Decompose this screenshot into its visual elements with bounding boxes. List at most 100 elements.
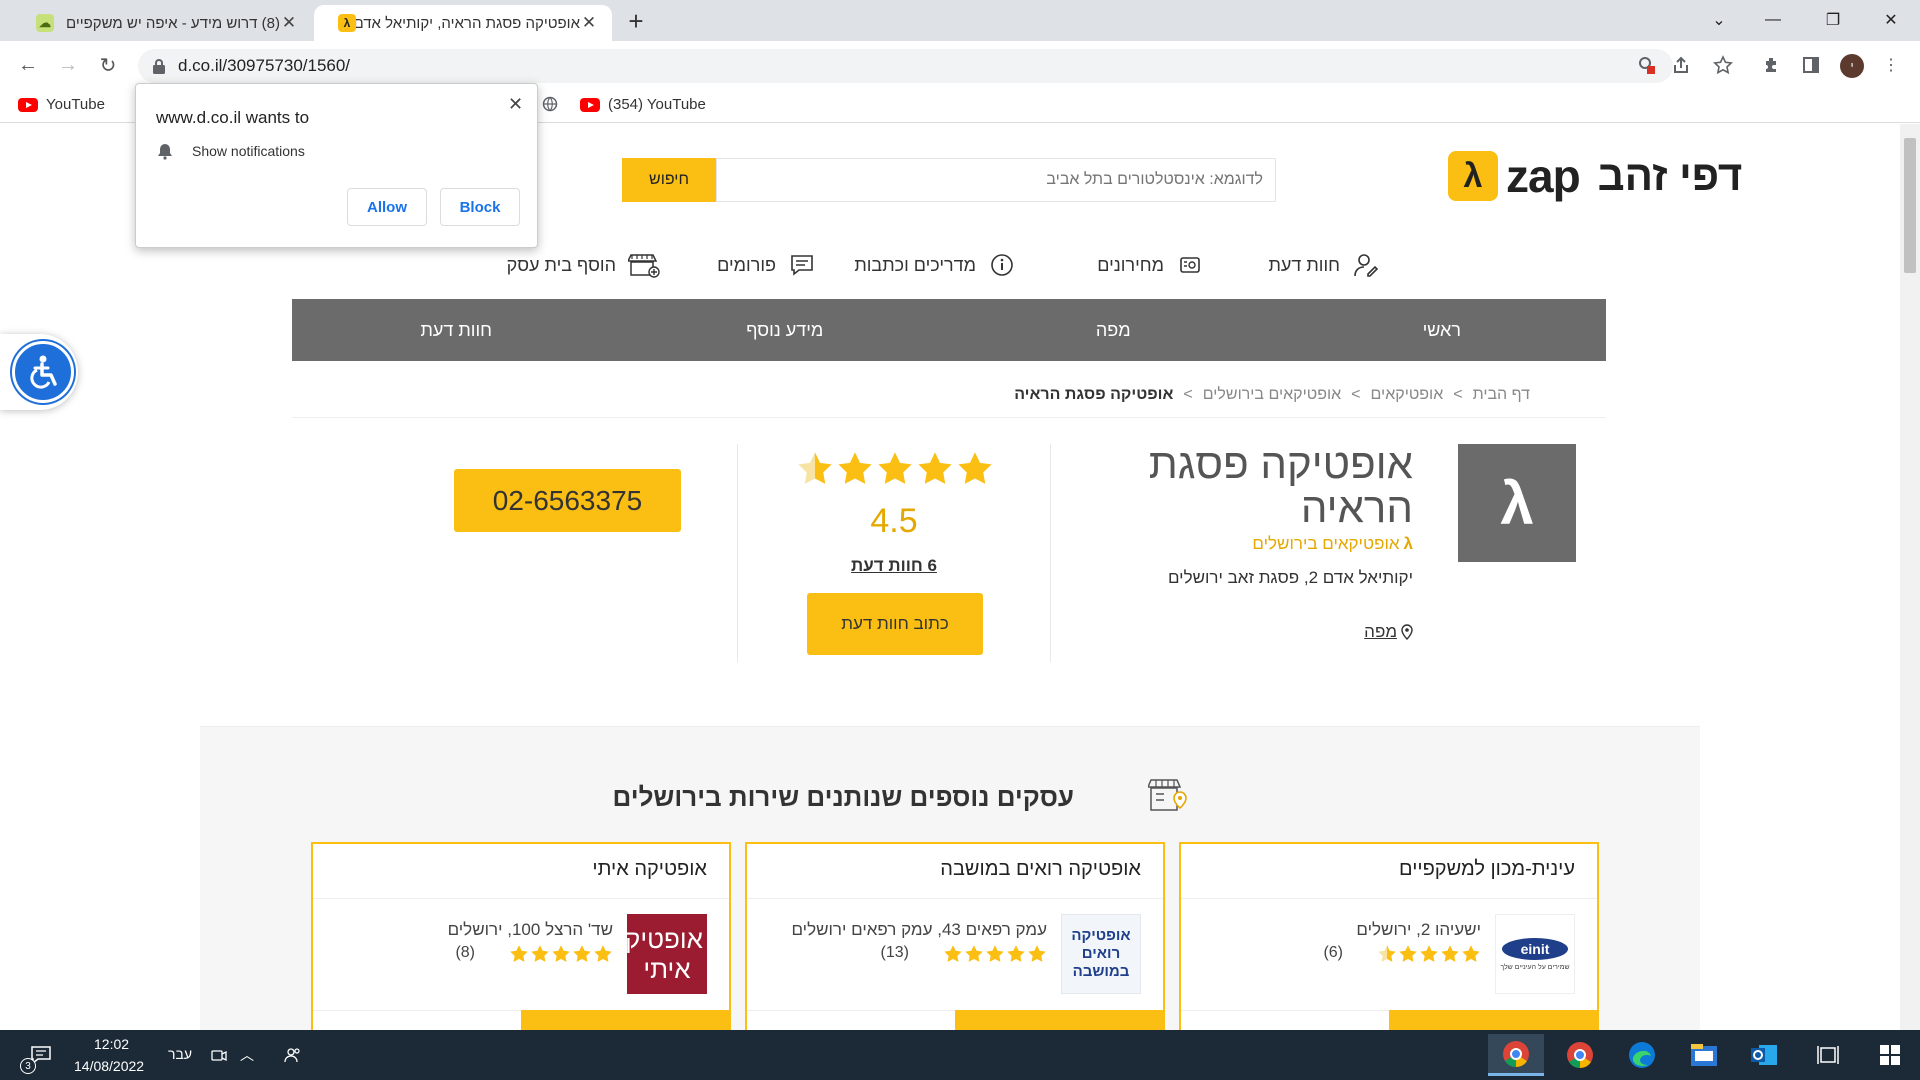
divider — [747, 898, 1163, 899]
url-text: d.co.il/30975730/1560/ — [178, 56, 351, 75]
share-icon[interactable] — [1668, 52, 1694, 78]
card-title[interactable]: עינית-מכון למשקפיים — [1399, 858, 1575, 881]
tab-title: אופטיקה פסגת הראיה, יקותיאל אדם — [356, 14, 580, 32]
close-tab-icon[interactable]: ✕ — [280, 13, 298, 33]
map-label: מפה — [1364, 622, 1397, 641]
phone-button[interactable]: 02-6563375 — [454, 469, 681, 532]
popup-message: Show notifications — [192, 143, 305, 159]
card-footer-action[interactable] — [521, 1010, 731, 1030]
tab-title: (8) דרוש מידע - איפה יש משקפיים — [65, 14, 280, 32]
bookmark-star-icon[interactable] — [1710, 52, 1736, 78]
nav-label: הוסף בית עסק — [506, 254, 616, 275]
minimize-button[interactable]: — — [1750, 0, 1796, 40]
globe-icon[interactable] — [542, 96, 558, 112]
address-bar[interactable]: d.co.il/30975730/1560/ — [138, 49, 1673, 83]
people-icon[interactable] — [282, 1044, 304, 1066]
forward-button[interactable]: → — [54, 51, 82, 79]
card-title[interactable]: אופטיקה איתי — [592, 858, 707, 881]
tab-search-icon[interactable]: ⌄ — [1696, 0, 1742, 40]
breadcrumb-home[interactable]: דף הבית — [1473, 386, 1530, 404]
site-logo[interactable]: λ zap דפי זהב — [1448, 150, 1742, 202]
location-pin-icon — [1401, 624, 1413, 640]
windows-start-icon[interactable] — [1862, 1034, 1918, 1076]
show-hidden-icons-icon[interactable]: ︿ — [236, 1044, 258, 1066]
card-stars — [1377, 944, 1481, 964]
nav-prices[interactable]: מחירונים — [1097, 250, 1204, 280]
business-card[interactable]: אופטיקה איתי אופטיקה איתי שד' הרצל 100, … — [311, 842, 731, 1030]
blocked-popup-icon[interactable] — [1633, 52, 1659, 78]
clock-time[interactable]: 12:02 — [94, 1036, 129, 1052]
bookmark-youtube-354[interactable]: (354) YouTube — [580, 96, 706, 113]
tab-map[interactable]: מפה — [949, 299, 1278, 361]
write-review-button[interactable]: כתוב חוות דעת — [807, 593, 983, 655]
notification-permission-popup: www.d.co.il wants to ✕ Show notification… — [135, 83, 538, 248]
reviews-count-link[interactable]: 6 חוות דעת — [836, 556, 952, 576]
taskbar-outlook-app[interactable] — [1736, 1034, 1792, 1076]
business-category-link[interactable]: λ אופטיקאים בירושלים — [1252, 534, 1413, 554]
allow-button[interactable]: Allow — [347, 188, 427, 226]
map-link[interactable]: מפה — [1364, 622, 1413, 642]
card-logo-text: אופטיקה איתי — [608, 924, 703, 984]
side-panel-icon[interactable] — [1798, 52, 1824, 78]
search-input[interactable] — [716, 158, 1276, 202]
star-icon — [552, 945, 570, 962]
nav-forums[interactable]: פורומים — [717, 250, 816, 280]
lock-icon[interactable] — [152, 58, 166, 74]
bookmark-label: (354) YouTube — [608, 96, 706, 113]
new-tab-button[interactable]: + — [622, 8, 650, 36]
breadcrumb-opticians[interactable]: אופטיקאים — [1371, 386, 1444, 404]
card-footer-action[interactable] — [1389, 1010, 1599, 1030]
page-scrollbar[interactable] — [1900, 124, 1920, 1030]
scrollbar-thumb[interactable] — [1904, 138, 1916, 273]
rating-value: 4.5 — [870, 502, 918, 540]
zap-category-icon: λ — [1403, 534, 1413, 553]
tab-main[interactable]: ראשי — [1278, 299, 1607, 361]
card-footer — [1181, 1010, 1389, 1030]
card-title[interactable]: אופטיקה רואים במושבה — [940, 858, 1141, 881]
wheelchair-icon — [30, 355, 57, 389]
taskbar-file-explorer-app[interactable] — [1676, 1034, 1732, 1076]
browser-tab-active[interactable]: ✕ אופטיקה פסגת הראיה, יקותיאל אדם λ — [314, 5, 612, 41]
taskbar-edge-app[interactable] — [1614, 1034, 1670, 1076]
divider — [1181, 898, 1597, 899]
browser-menu-icon[interactable]: ⋮ — [1878, 52, 1904, 78]
card-footer-action[interactable] — [955, 1010, 1165, 1030]
business-card[interactable]: עינית-מכון למשקפיים einit שמירים על העינ… — [1179, 842, 1599, 1030]
restore-button[interactable]: ❐ — [1810, 0, 1856, 40]
tab-reviews[interactable]: חוות דעת — [292, 299, 621, 361]
camera-icon[interactable] — [208, 1044, 230, 1066]
bookmark-youtube[interactable]: YouTube — [18, 96, 105, 113]
taskbar-chrome-profile-app[interactable] — [1488, 1034, 1544, 1076]
business-logo-placeholder: λ — [1458, 444, 1576, 562]
input-language[interactable]: עבר — [168, 1046, 192, 1062]
tab-more-info[interactable]: מידע נוסף — [621, 299, 950, 361]
search-button[interactable]: חיפוש — [622, 158, 716, 202]
reload-button[interactable]: ↻ — [94, 51, 122, 79]
back-button[interactable]: ← — [14, 51, 42, 79]
clock-date[interactable]: 14/08/2022 — [74, 1058, 144, 1074]
profile-avatar[interactable]: י — [1840, 54, 1864, 78]
close-tab-icon[interactable]: ✕ — [580, 13, 598, 33]
star-icon — [1378, 945, 1396, 962]
divider — [1050, 444, 1051, 662]
accessibility-button[interactable] — [0, 334, 78, 410]
taskbar-chrome-app[interactable] — [1552, 1034, 1608, 1076]
nav-label: פורומים — [717, 254, 776, 275]
category-label: אופטיקאים בירושלים — [1252, 534, 1400, 553]
breadcrumb-opticians-jerusalem[interactable]: אופטיקאים בירושלים — [1203, 386, 1341, 404]
business-card[interactable]: אופטיקה רואים במושבה אופטיקה רואים במושב… — [745, 842, 1165, 1030]
extensions-icon[interactable] — [1758, 52, 1784, 78]
nav-reviews[interactable]: חוות דעת — [1268, 250, 1380, 280]
star-icon — [510, 945, 528, 962]
card-footer — [313, 1010, 521, 1030]
breadcrumb-separator: > — [1183, 386, 1193, 403]
close-window-button[interactable]: ✕ — [1868, 0, 1914, 40]
browser-tab-forum[interactable]: ✕ (8) דרוש מידע - איפה יש משקפיים ☁ — [12, 5, 312, 41]
nav-guides[interactable]: מדריכים וכתבות — [854, 250, 1016, 280]
star-icon — [1028, 945, 1046, 962]
price-list-icon — [1176, 251, 1204, 279]
taskbar-task-view-icon[interactable] — [1800, 1034, 1856, 1076]
close-icon[interactable]: ✕ — [508, 94, 523, 115]
nav-add-business[interactable]: הוסף בית עסק — [507, 250, 660, 280]
block-button[interactable]: Block — [440, 188, 520, 226]
